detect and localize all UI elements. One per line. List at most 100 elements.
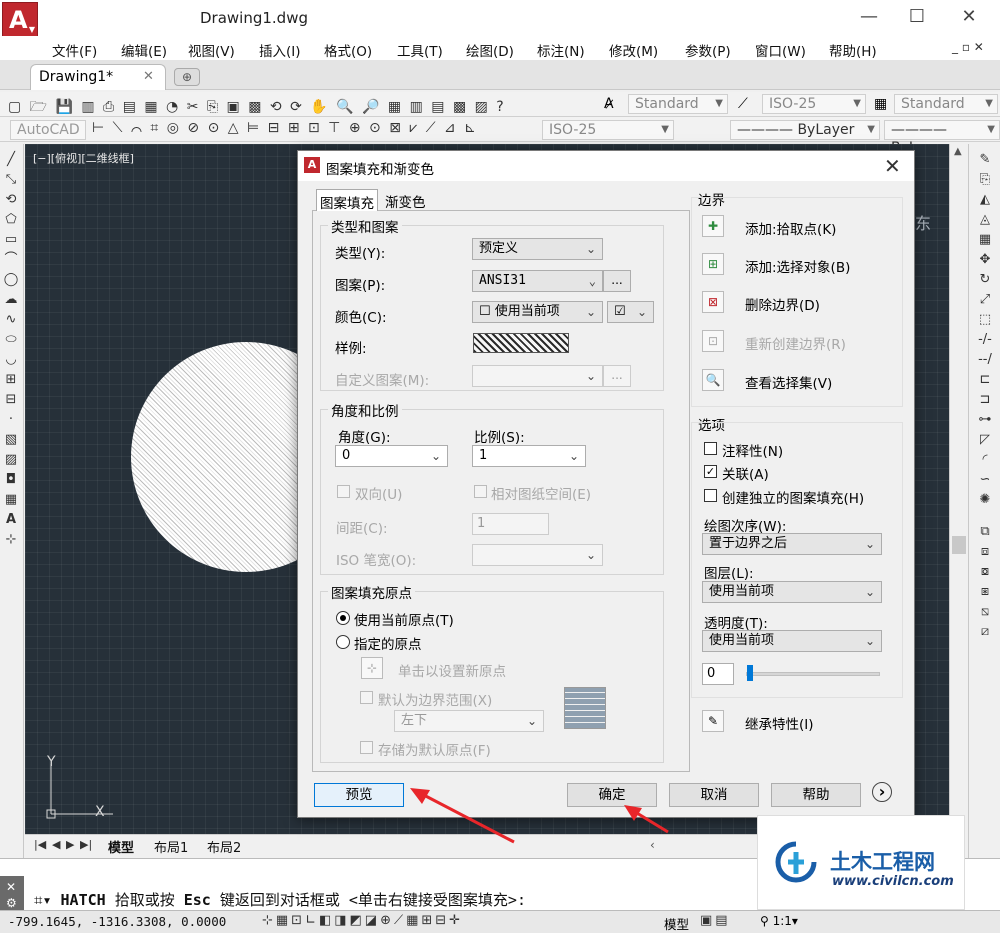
rotate-icon[interactable]: ↻: [974, 270, 996, 290]
bring-to-front-icon[interactable]: ⧈: [974, 542, 996, 562]
first-layout-icon[interactable]: |◀: [34, 838, 46, 851]
trim-icon[interactable]: -/-: [974, 330, 996, 350]
store-default-origin-checkbox[interactable]: [360, 741, 373, 754]
transparency-slider-track[interactable]: [746, 672, 880, 676]
view-selections-button[interactable]: 查看选择集(V): [745, 372, 832, 392]
help-button[interactable]: 帮助: [771, 783, 861, 807]
polygon-icon[interactable]: ⬠: [0, 210, 22, 230]
break-at-point-icon[interactable]: ⊏: [974, 370, 996, 390]
tab-hatch[interactable]: 图案填充: [316, 189, 378, 212]
fillet-icon[interactable]: ◜: [974, 450, 996, 470]
copy-icon[interactable]: ⎘: [974, 170, 996, 190]
layer-dropdown[interactable]: 使用当前项 ⌄: [702, 581, 882, 603]
rectangle-icon[interactable]: ▭: [0, 230, 22, 250]
linetype-combo[interactable]: ———— ByLayer ▼: [730, 120, 880, 140]
set-origin-icon[interactable]: ⊹: [361, 657, 383, 679]
angle-dropdown[interactable]: 0 ⌄: [335, 445, 448, 467]
close-icon[interactable]: ✕: [6, 880, 16, 894]
menu-insert[interactable]: 插入(I): [259, 40, 301, 60]
region-icon[interactable]: ◘: [0, 470, 22, 490]
scale-dropdown[interactable]: 1 ⌄: [472, 445, 586, 467]
command-line-handle[interactable]: ✕ ⚙: [0, 876, 24, 910]
magnifier-icon[interactable]: 🔍: [702, 369, 724, 391]
annotation-scale[interactable]: ⚲ 1:1▾: [760, 914, 798, 928]
extend-icon[interactable]: --/: [974, 350, 996, 370]
scroll-up-icon[interactable]: ▲: [954, 146, 962, 157]
pattern-browse-button[interactable]: ...: [603, 270, 631, 292]
remove-boundaries-button[interactable]: 删除边界(D): [745, 294, 820, 314]
drafting-toggles[interactable]: ⊹▦⊡∟◧◨◩◪⊕⟋▦⊞⊟✛: [262, 913, 463, 928]
menu-tools[interactable]: 工具(T): [397, 40, 443, 60]
dimension-toolbar-icons[interactable]: ⊢ ⟍ ⌒ ⌗ ◎ ⊘ ⊙ △ ⊨ ⊟ ⊞ ⊡ ⊤ ⊕ ⊙ ⊠ ⩗ ⟋ ⊿ ⊾: [92, 120, 538, 136]
menu-window[interactable]: 窗口(W): [755, 40, 806, 60]
vertical-scrollbar[interactable]: ▲: [949, 144, 968, 834]
remove-boundaries-icon[interactable]: ⊠: [702, 291, 724, 313]
add-selected-icon[interactable]: ⊹: [0, 530, 22, 550]
tab-gradient[interactable]: 渐变色: [382, 189, 429, 211]
send-to-back-icon[interactable]: ⧇: [974, 562, 996, 582]
layout-tab-model[interactable]: 模型: [108, 837, 134, 856]
iso-pen-width-dropdown[interactable]: ⌄: [472, 544, 603, 566]
origin-position-dropdown[interactable]: 左下 ⌄: [394, 710, 544, 732]
scale-icon[interactable]: ⤢: [974, 290, 996, 310]
table-style-combo[interactable]: Standard ▼: [894, 94, 998, 114]
dialog-close-button[interactable]: ✕: [884, 154, 901, 178]
inherit-properties-button[interactable]: 继承特性(I): [745, 713, 814, 733]
close-icon[interactable]: ✕: [143, 69, 154, 84]
polyline-icon[interactable]: ⟲: [0, 190, 22, 210]
scrollbar-thumb[interactable]: [952, 536, 966, 554]
pattern-dropdown[interactable]: ANSI31 ⌄: [472, 270, 603, 292]
ellipse-arc-icon[interactable]: ◡: [0, 350, 22, 370]
offset-icon[interactable]: ◬: [974, 210, 996, 230]
text-front-icon[interactable]: ⧅: [974, 602, 996, 622]
make-block-icon[interactable]: ⊟: [0, 390, 22, 410]
cancel-button[interactable]: 取消: [669, 783, 759, 807]
custom-pattern-dropdown[interactable]: ⌄: [472, 365, 603, 387]
separate-hatches-checkbox[interactable]: [704, 489, 717, 502]
mdi-window-controls[interactable]: _ ▫ ✕: [952, 40, 984, 54]
menu-view[interactable]: 视图(V): [188, 40, 235, 60]
close-button[interactable]: ✕: [946, 6, 992, 28]
mtext-icon[interactable]: A: [0, 510, 22, 530]
annotative-checkbox[interactable]: [704, 442, 717, 455]
explode-icon[interactable]: ✺: [974, 490, 996, 510]
menu-format[interactable]: 格式(O): [324, 40, 372, 60]
custom-pattern-browse-button[interactable]: ...: [603, 365, 631, 387]
last-layout-icon[interactable]: ▶|: [80, 838, 92, 851]
draw-order-dropdown[interactable]: 置于边界之后 ⌄: [702, 533, 882, 555]
add-select-objects-icon[interactable]: ⊞: [702, 253, 724, 275]
break-icon[interactable]: ⊐: [974, 390, 996, 410]
more-options-button[interactable]: ›: [872, 782, 892, 802]
dim-style-combo-2[interactable]: ISO-25 ▼: [542, 120, 674, 140]
circle-icon[interactable]: ◯: [0, 270, 22, 290]
transparency-dropdown[interactable]: 使用当前项 ⌄: [702, 630, 882, 652]
viewport-controls-label[interactable]: [−][俯视][二维线框]: [33, 150, 134, 166]
menu-file[interactable]: 文件(F): [52, 40, 97, 60]
text-style-combo[interactable]: Standard ▼: [628, 94, 728, 114]
menu-dimension[interactable]: 标注(N): [537, 40, 585, 60]
maximize-button[interactable]: ☐: [894, 6, 940, 28]
array-icon[interactable]: ▦: [974, 230, 996, 250]
lineweight-combo[interactable]: ———— ByLayer▼: [884, 120, 1000, 156]
layout-tab-1[interactable]: 布局1: [154, 837, 188, 856]
layout-view-icons[interactable]: ▣▤: [700, 913, 731, 928]
customize-icon[interactable]: ⚙: [6, 896, 17, 910]
chamfer-icon[interactable]: ◸: [974, 430, 996, 450]
inherit-properties-icon[interactable]: ✎: [702, 710, 724, 732]
add-select-objects-button[interactable]: 添加:选择对象(B): [745, 256, 850, 276]
type-dropdown[interactable]: 预定义 ⌄: [472, 238, 603, 260]
specified-origin-radio[interactable]: [336, 635, 350, 649]
menu-edit[interactable]: 编辑(E): [121, 40, 167, 60]
spacing-input[interactable]: 1: [472, 513, 549, 535]
menu-draw[interactable]: 绘图(D): [466, 40, 514, 60]
use-current-origin-radio[interactable]: [336, 611, 350, 625]
prev-layout-icon[interactable]: ◀: [52, 838, 60, 851]
pattern-sample-swatch[interactable]: [473, 333, 569, 353]
double-checkbox[interactable]: [337, 485, 350, 498]
background-color-dropdown[interactable]: ☑ ⌄: [607, 301, 654, 323]
associative-checkbox[interactable]: ✓: [704, 465, 717, 478]
blend-curves-icon[interactable]: ∽: [974, 470, 996, 490]
file-tab-drawing1[interactable]: Drawing1* ✕: [30, 64, 166, 90]
application-menu-button[interactable]: A ▼: [2, 2, 38, 38]
viewcube-compass-letter[interactable]: 东: [915, 210, 931, 234]
